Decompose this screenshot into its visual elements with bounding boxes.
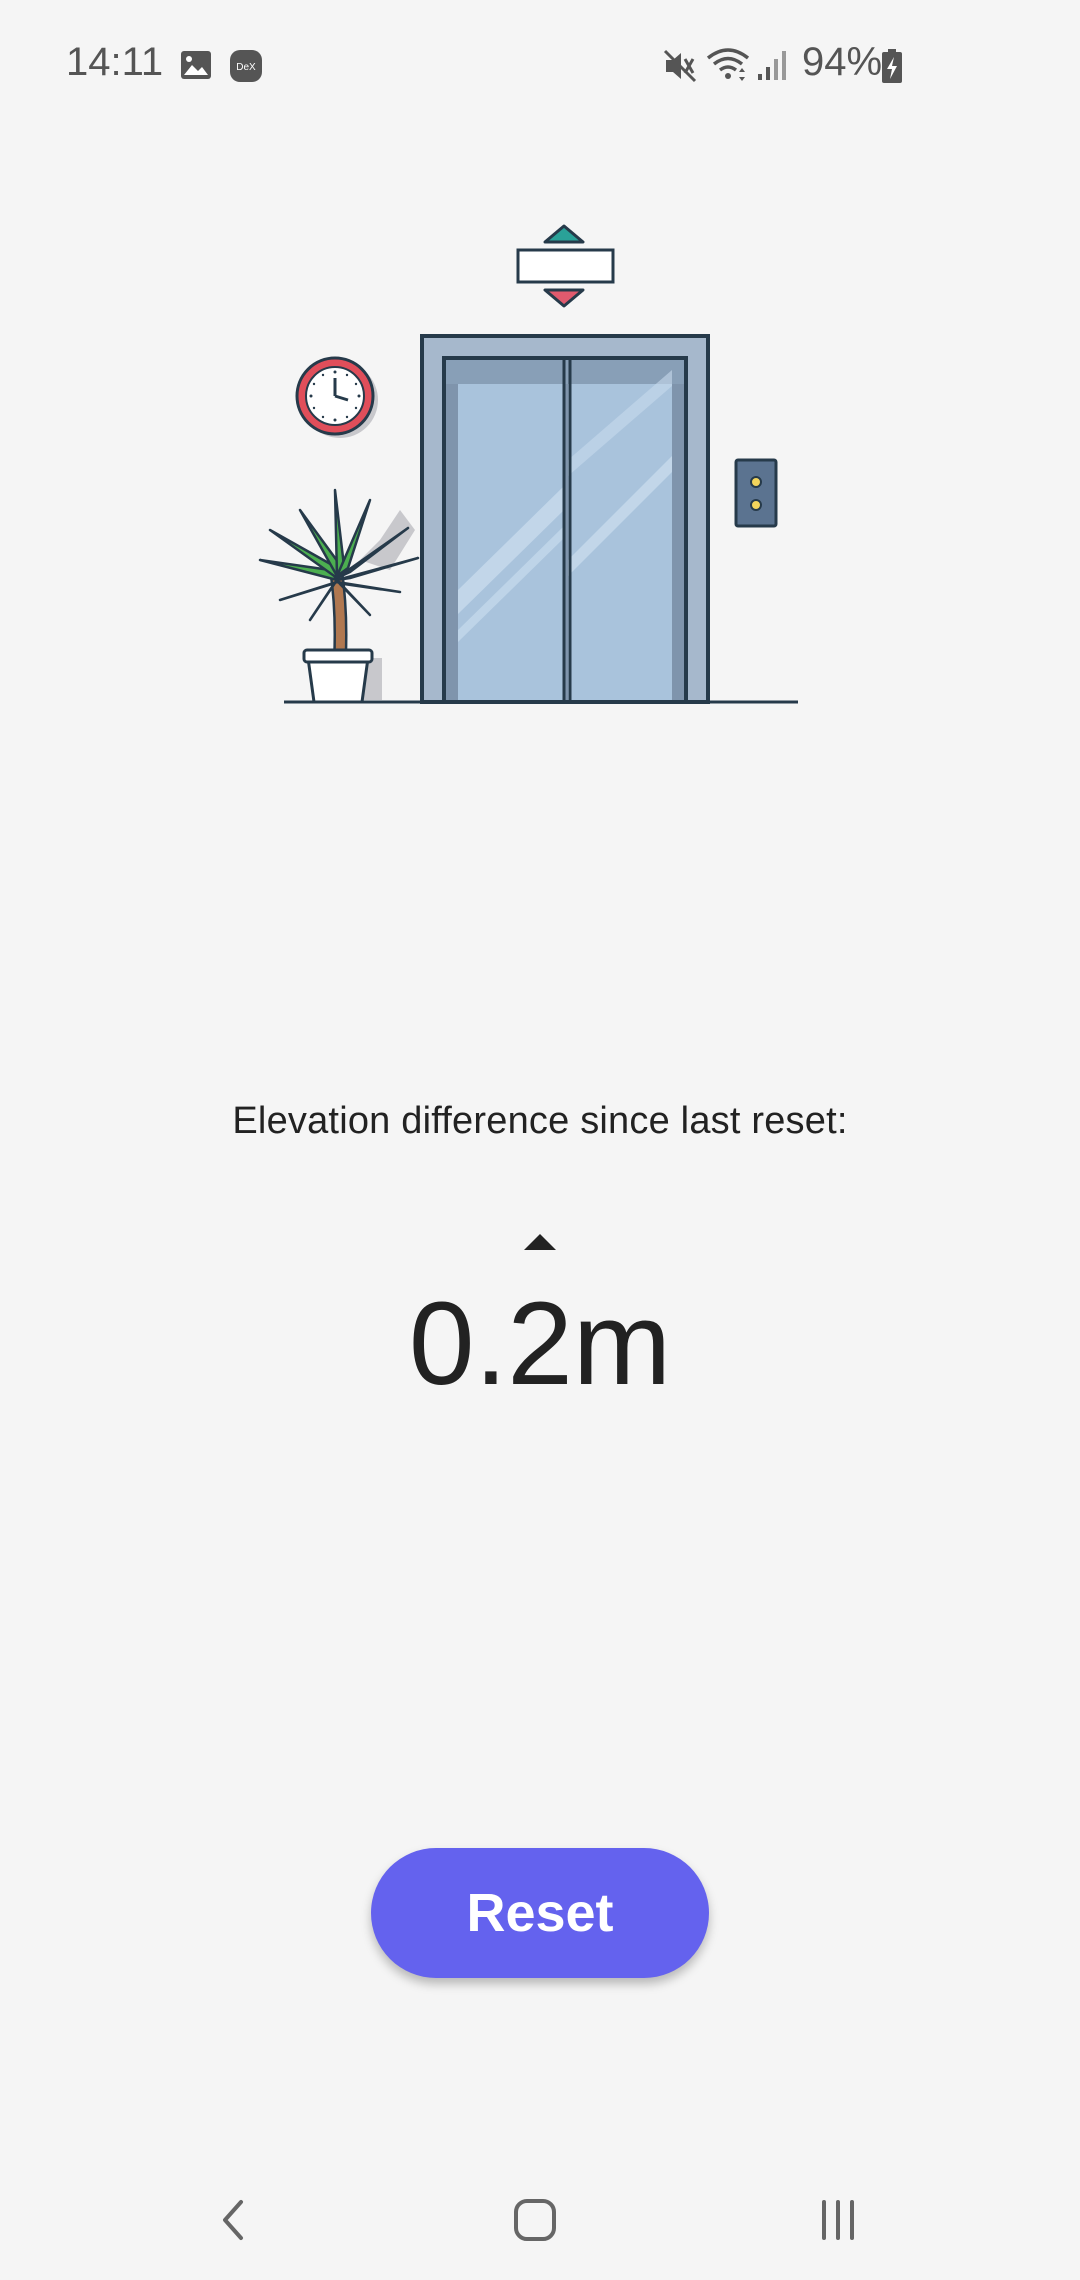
wifi-icon — [706, 46, 750, 89]
call-button-panel-icon — [734, 458, 778, 528]
status-bar: 14:11 DeX 94% — [0, 0, 1080, 135]
svg-text:DeX: DeX — [236, 62, 256, 73]
elevator-illustration — [240, 210, 840, 730]
wall-clock-icon — [295, 356, 378, 438]
battery-charging-icon — [880, 48, 904, 89]
back-icon[interactable] — [193, 2180, 273, 2260]
app-screen: 14:11 DeX 94% Elevation difference since… — [0, 0, 1080, 2280]
signal-icon — [756, 48, 790, 87]
floor-indicator-icon — [516, 224, 615, 308]
battery-percent: 94% — [802, 40, 883, 84]
elevation-value: 0.2m — [408, 1278, 672, 1410]
dex-icon: DeX — [229, 49, 263, 88]
home-icon[interactable] — [495, 2180, 575, 2260]
direction-up-icon — [522, 1232, 558, 1252]
gallery-icon — [180, 50, 212, 85]
status-time: 14:11 — [66, 40, 164, 84]
reset-button[interactable]: Reset — [371, 1848, 709, 1978]
potted-plant-icon — [258, 488, 420, 704]
elevation-caption: Elevation difference since last reset: — [232, 1100, 848, 1142]
navigation-bar — [0, 2160, 1080, 2280]
mute-icon — [662, 48, 698, 89]
recents-icon[interactable] — [798, 2180, 878, 2260]
